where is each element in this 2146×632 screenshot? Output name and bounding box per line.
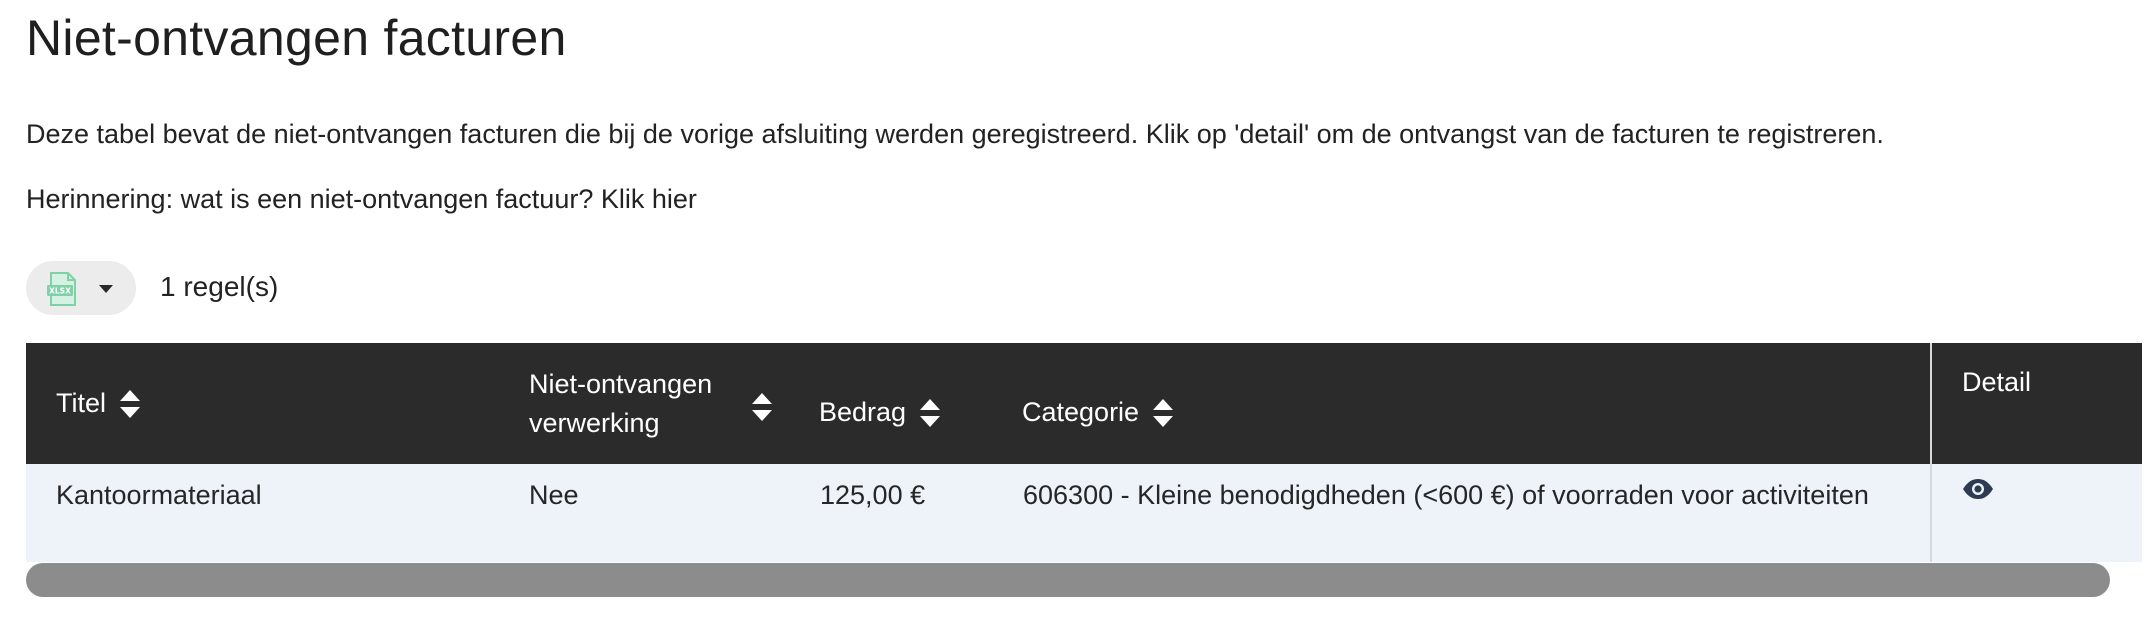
table-header-row: Titel Niet-ontvangen verwerking Bedrag C… [26, 343, 2142, 464]
column-header-categorie[interactable]: Categorie [1022, 343, 1931, 464]
sort-icon[interactable] [1151, 397, 1175, 429]
cell-detail [1930, 464, 2142, 562]
column-header-titel-label: Titel [56, 388, 107, 418]
page-title: Niet-ontvangen facturen [26, 10, 567, 66]
cell-bedrag: 125,00 € [820, 480, 926, 510]
row-count: 1 regel(s) [160, 271, 279, 302]
xlsx-file-icon: XLSX [47, 272, 76, 306]
reminder-link[interactable]: Herinnering: wat is een niet-ontvangen f… [26, 181, 697, 217]
table-row: Kantoormateriaal Nee 125,00 € 606300 - K… [26, 464, 2142, 562]
sort-icon[interactable] [918, 397, 942, 429]
export-xlsx-button[interactable]: XLSX [26, 261, 136, 315]
column-header-verwerking-line1: Niet-ontvangen [529, 368, 713, 399]
page-description: Deze tabel bevat de niet-ontvangen factu… [26, 119, 1884, 149]
column-header-bedrag-label: Bedrag [819, 397, 907, 427]
svg-text:XLSX: XLSX [49, 287, 71, 296]
column-header-bedrag[interactable]: Bedrag [819, 343, 1022, 464]
sort-icon[interactable] [750, 391, 774, 423]
invoices-table: Titel Niet-ontvangen verwerking Bedrag C… [26, 343, 2142, 562]
horizontal-scrollbar[interactable] [26, 563, 2110, 597]
column-header-verwerking-line2: verwerking [529, 407, 660, 438]
column-header-verwerking[interactable]: Niet-ontvangen verwerking [529, 343, 819, 464]
column-header-categorie-label: Categorie [1022, 397, 1140, 427]
column-header-titel[interactable]: Titel [26, 343, 529, 464]
cell-titel: Kantoormateriaal [56, 480, 262, 510]
caret-down-icon[interactable] [98, 284, 114, 294]
cell-verwerking: Nee [529, 480, 579, 510]
eye-icon[interactable] [1962, 478, 1994, 500]
sort-icon[interactable] [118, 388, 142, 420]
column-header-detail: Detail [1930, 343, 2142, 464]
cell-categorie: 606300 - Kleine benodigdheden (<600 €) o… [1023, 480, 1869, 510]
